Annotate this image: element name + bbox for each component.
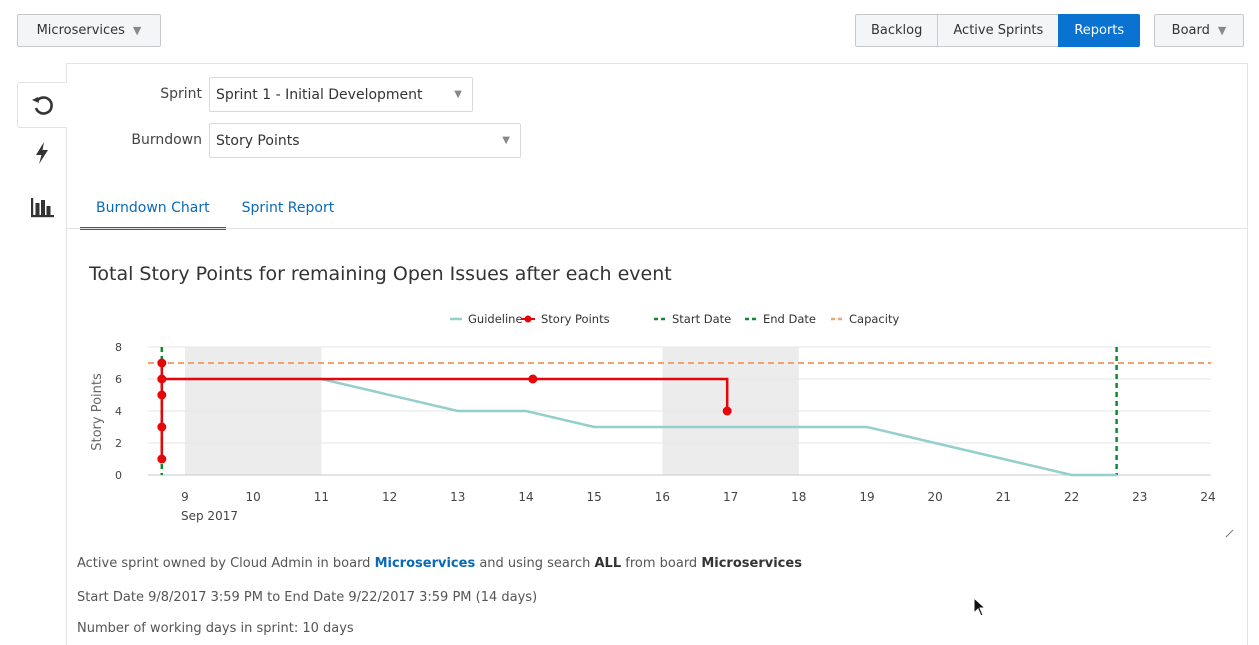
x-tick-label: 21 (996, 490, 1011, 504)
y-tick-label: 6 (115, 373, 122, 386)
sprint-select[interactable]: Sprint 1 - Initial Development ▼ (209, 77, 473, 112)
x-tick-label: 23 (1132, 490, 1147, 504)
board-select-label: Microservices (36, 23, 125, 38)
chevron-down-icon: ▼ (132, 24, 142, 37)
board-menu-button[interactable]: Board ▼ (1154, 14, 1244, 47)
legend-symbol (524, 315, 532, 323)
legend-label: Guideline (468, 312, 523, 326)
chart-title: Total Story Points for remaining Open Is… (89, 263, 672, 285)
story-points-marker (157, 374, 167, 384)
lightning-icon (36, 142, 48, 164)
board-name: Microservices (701, 556, 802, 571)
info-text: from board (621, 556, 702, 571)
reports-button[interactable]: Reports (1058, 14, 1141, 47)
x-tick-label: 19 (859, 490, 874, 504)
sidebar-item-refresh[interactable] (17, 82, 67, 128)
y-tick-label: 4 (115, 405, 122, 418)
tab-sprint-report[interactable]: Sprint Report (226, 192, 351, 230)
legend-label: Start Date (672, 312, 731, 326)
story-points-marker (722, 406, 732, 416)
mouse-cursor-icon (973, 597, 987, 617)
y-axis-label: Story Points (90, 373, 105, 451)
story-points-marker (157, 358, 167, 368)
panel-border-left (66, 63, 67, 645)
story-points-marker (528, 374, 538, 384)
x-tick-label: 22 (1064, 490, 1079, 504)
x-tick-label: 18 (791, 490, 806, 504)
active-sprints-button[interactable]: Active Sprints (937, 14, 1059, 47)
guideline-series-line (161, 377, 1117, 477)
burndown-select[interactable]: Story Points ▼ (209, 123, 521, 158)
bar-chart-icon (31, 198, 54, 218)
resize-handle-icon (1225, 529, 1234, 538)
x-tick-label: 16 (655, 490, 670, 504)
panel-border-top (66, 63, 1248, 64)
story-points-marker (157, 454, 167, 464)
burndown-select-value: Story Points (216, 132, 300, 149)
x-tick-label: 15 (587, 490, 602, 504)
sprint-select-value: Sprint 1 - Initial Development (216, 86, 423, 103)
x-tick-label: 11 (314, 490, 329, 504)
chevron-down-icon: ▼ (1217, 24, 1227, 37)
working-days-line: Number of working days in sprint: 10 day… (77, 621, 354, 636)
chevron-down-icon: ▼ (454, 89, 462, 100)
legend-label: End Date (763, 312, 816, 326)
board-menu-label: Board (1171, 23, 1210, 38)
x-tick-label: 24 (1200, 490, 1215, 504)
x-tick-label: 13 (450, 490, 465, 504)
story-points-marker (157, 422, 167, 432)
x-tick-label: 10 (246, 490, 261, 504)
x-axis-sublabel: Sep 2017 (181, 509, 238, 523)
panel-border-right (1247, 63, 1248, 645)
tabs-divider (67, 228, 1247, 229)
refresh-icon (31, 96, 53, 115)
board-link[interactable]: Microservices (375, 556, 476, 571)
backlog-button[interactable]: Backlog (855, 14, 938, 47)
info-text: Active sprint owned by Cloud Admin in bo… (77, 556, 375, 571)
non-working-band (662, 347, 799, 475)
sprint-label: Sprint (160, 86, 202, 102)
x-tick-label: 20 (928, 490, 943, 504)
y-tick-label: 0 (115, 469, 122, 482)
tab-burndown-chart[interactable]: Burndown Chart (80, 192, 226, 230)
legend-label: Capacity (849, 312, 899, 326)
y-tick-label: 8 (115, 341, 122, 354)
story-points-series-line (160, 363, 729, 459)
report-tabs: Burndown Chart Sprint Report (80, 192, 350, 230)
sprint-info-line: Active sprint owned by Cloud Admin in bo… (77, 556, 802, 571)
x-tick-label: 14 (518, 490, 533, 504)
view-nav-group: Backlog Active Sprints Reports (855, 14, 1141, 47)
x-tick-label: 9 (181, 490, 189, 504)
burndown-label: Burndown (131, 132, 202, 148)
non-working-band (185, 347, 322, 475)
sidebar-item-reports[interactable] (22, 192, 62, 222)
search-name: ALL (594, 556, 622, 571)
story-points-marker (157, 390, 167, 400)
sidebar-item-lightning[interactable] (22, 138, 62, 168)
x-tick-label: 17 (723, 490, 738, 504)
y-tick-label: 2 (115, 437, 122, 450)
x-tick-label: 12 (382, 490, 397, 504)
info-text: and using search (475, 556, 595, 571)
board-select-dropdown[interactable]: Microservices ▼ (17, 14, 161, 47)
sprint-dates-line: Start Date 9/8/2017 3:59 PM to End Date … (77, 590, 538, 605)
chevron-down-icon: ▼ (502, 135, 510, 146)
legend-label: Story Points (541, 312, 610, 326)
